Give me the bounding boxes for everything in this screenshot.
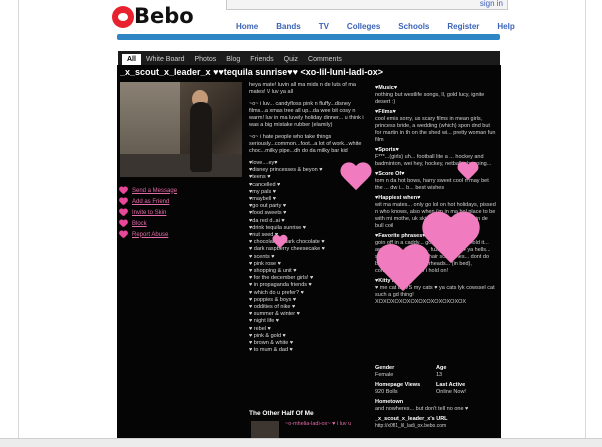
- profile-facts: Gender Female Age 13 Homepage Views 920 Bol…: [375, 365, 497, 430]
- tab-quiz[interactable]: Quiz: [279, 54, 303, 65]
- sign-in-link[interactable]: sign in: [480, 0, 503, 8]
- heart-icon: [119, 187, 128, 195]
- heart-icon: [119, 209, 128, 217]
- heart-icon: [119, 198, 128, 206]
- section-heading: ♥Happiest when♥: [375, 195, 421, 201]
- hometown-value: and nowheres... but don't tell no one ♥: [375, 406, 469, 412]
- other-half-heading: The Other Half Of Me: [249, 410, 314, 417]
- views-label: Homepage Views: [375, 382, 421, 388]
- list-item: ♥ pink rose ♥: [249, 260, 281, 267]
- section-heading: ♥Sports♥: [375, 147, 399, 153]
- profile-tabs: All White Board Photos Blog Friends Quiz…: [118, 51, 500, 65]
- nav-register[interactable]: Register: [447, 22, 479, 31]
- bebo-logo[interactable]: Bebo: [112, 4, 194, 32]
- list-item: ♥ poppies & boys ♥: [249, 296, 297, 303]
- list-item: ♥ rebel ♥: [249, 325, 271, 332]
- section-body: nothing but westlife songs, ll, gold luc…: [375, 92, 485, 105]
- heart-decoration: [272, 235, 288, 249]
- gender-label: Gender: [375, 365, 395, 371]
- tab-comments[interactable]: Comments: [303, 54, 347, 65]
- list-item: ♥ in propaganda friends ♥: [249, 282, 312, 289]
- send-message-label: Send a Message: [132, 187, 178, 194]
- hometown-label: Hometown: [375, 399, 404, 405]
- list-item: ♥drink tequila sunrise ♥: [249, 224, 306, 231]
- photo-person: [190, 102, 212, 172]
- report-abuse-label: Report Abuse: [132, 231, 169, 238]
- section-body: cool emis sorry, us scary films in mean …: [375, 116, 496, 143]
- heart-decoration: [374, 245, 432, 299]
- other-half-link[interactable]: ~o-mhelia-ladi-ox~ ♥ i luv u: [285, 421, 369, 428]
- views-value: 920 Bolls: [375, 389, 398, 395]
- other-half-photo[interactable]: [251, 421, 279, 438]
- list-item: ♥food sweets ♥: [249, 210, 287, 217]
- age-value: 13: [436, 372, 443, 378]
- profile-actions: Send a Message Add as Friend Invite to S…: [119, 185, 177, 240]
- send-message-link[interactable]: Send a Message: [119, 185, 177, 196]
- heart-icon: [119, 220, 128, 228]
- nav-schools[interactable]: Schools: [398, 22, 429, 31]
- age-label: Age: [436, 365, 447, 371]
- logo-mark: [112, 6, 134, 28]
- profile-photo[interactable]: [120, 82, 242, 177]
- list-item: ♥ for the december girls! ♥: [249, 275, 314, 282]
- about-column: heya mate! luvin all ma mids n de luts o…: [249, 82, 369, 354]
- brand-name: Bebo: [134, 4, 194, 28]
- add-friend-link[interactable]: Add as Friend: [119, 196, 177, 207]
- list-item: ♥ pink & gold ♥: [249, 332, 286, 339]
- heart-icon: [119, 231, 128, 239]
- list-item: ♥ brown & white ♥: [249, 340, 294, 347]
- nav-colleges[interactable]: Colleges: [347, 22, 380, 31]
- section-heading: ♥Music♥: [375, 85, 398, 91]
- list-item: ♥ scents ♥: [249, 253, 275, 260]
- nav-bands[interactable]: Bands: [276, 22, 300, 31]
- list-item: ♥nut seed ♥: [249, 232, 279, 239]
- tab-white-board[interactable]: White Board: [141, 54, 190, 65]
- nav-help[interactable]: Help: [497, 22, 514, 31]
- top-nav: Home Bands TV Colleges Schools Register …: [236, 22, 533, 31]
- block-label: Block: [132, 220, 147, 227]
- report-abuse-link[interactable]: Report Abuse: [119, 229, 177, 240]
- list-item: ♥ shopping & unit ♥: [249, 268, 297, 275]
- list-item: ♥ dark raspberry cheesecake ♥: [249, 246, 325, 253]
- block-link[interactable]: Block: [119, 218, 177, 229]
- profile-panel: _x_scout_x_leader_x ♥♥tequila sunrise♥♥ …: [117, 65, 501, 438]
- list-item: ♥ oddities of nike ♥: [249, 304, 296, 311]
- list-item: ♥ night life ♥: [249, 318, 280, 325]
- profile-url[interactable]: http://x0fl1_lil_ladi_ox.bebo.com: [375, 423, 497, 430]
- section-heading: ♥Films♥: [375, 109, 396, 115]
- list-item: ♥maybell ♥: [249, 196, 277, 203]
- url-label: _x_scout_x_leader_x's URL: [375, 416, 448, 422]
- list-item: ♥ chocolate & dark chocolate ♥: [249, 239, 325, 246]
- add-friend-label: Add as Friend: [132, 198, 170, 205]
- tab-all[interactable]: All: [122, 54, 141, 65]
- gender-value: Female: [375, 372, 394, 378]
- header-bar: [117, 34, 500, 40]
- profile-title: _x_scout_x_leader_x ♥♥tequila sunrise♥♥ …: [120, 67, 383, 77]
- invite-skin-link[interactable]: Invite to Skin: [119, 207, 177, 218]
- divider-text: XOXOXOXOXOXOXOXOXOXOXOX: [375, 299, 467, 305]
- nav-tv[interactable]: TV: [319, 22, 329, 31]
- tab-friends[interactable]: Friends: [245, 54, 278, 65]
- list-item: ♥go out party ♥: [249, 203, 287, 210]
- last-active-label: Last Active: [436, 382, 466, 388]
- heart-decoration: [457, 162, 479, 182]
- intro-text-1: heya mate! luvin all ma mids n de luts o…: [249, 82, 356, 95]
- intro-text-2: ~o~ i luv... candyfloss pink n fluffy...…: [249, 101, 364, 128]
- invite-skin-label: Invite to Skin: [132, 209, 167, 216]
- nav-home[interactable]: Home: [236, 22, 258, 31]
- heart-decoration: [339, 163, 373, 193]
- photo-furniture: [120, 154, 242, 177]
- last-active-value: Online Now!: [436, 389, 466, 395]
- list-item: ♥ which do u prefer? ♥: [249, 289, 304, 296]
- intro-text-3: ~o~ i hate people who take things seriou…: [249, 134, 362, 154]
- tab-blog[interactable]: Blog: [221, 54, 245, 65]
- sign-in-bar: sign in: [226, 0, 508, 10]
- list-item: ♥ to mum & dad ♥: [249, 347, 293, 354]
- list-item: ♥ summer & winter ♥: [249, 311, 300, 318]
- list-item: ♥da red d..ai ♥: [249, 217, 285, 224]
- tab-photos[interactable]: Photos: [189, 54, 221, 65]
